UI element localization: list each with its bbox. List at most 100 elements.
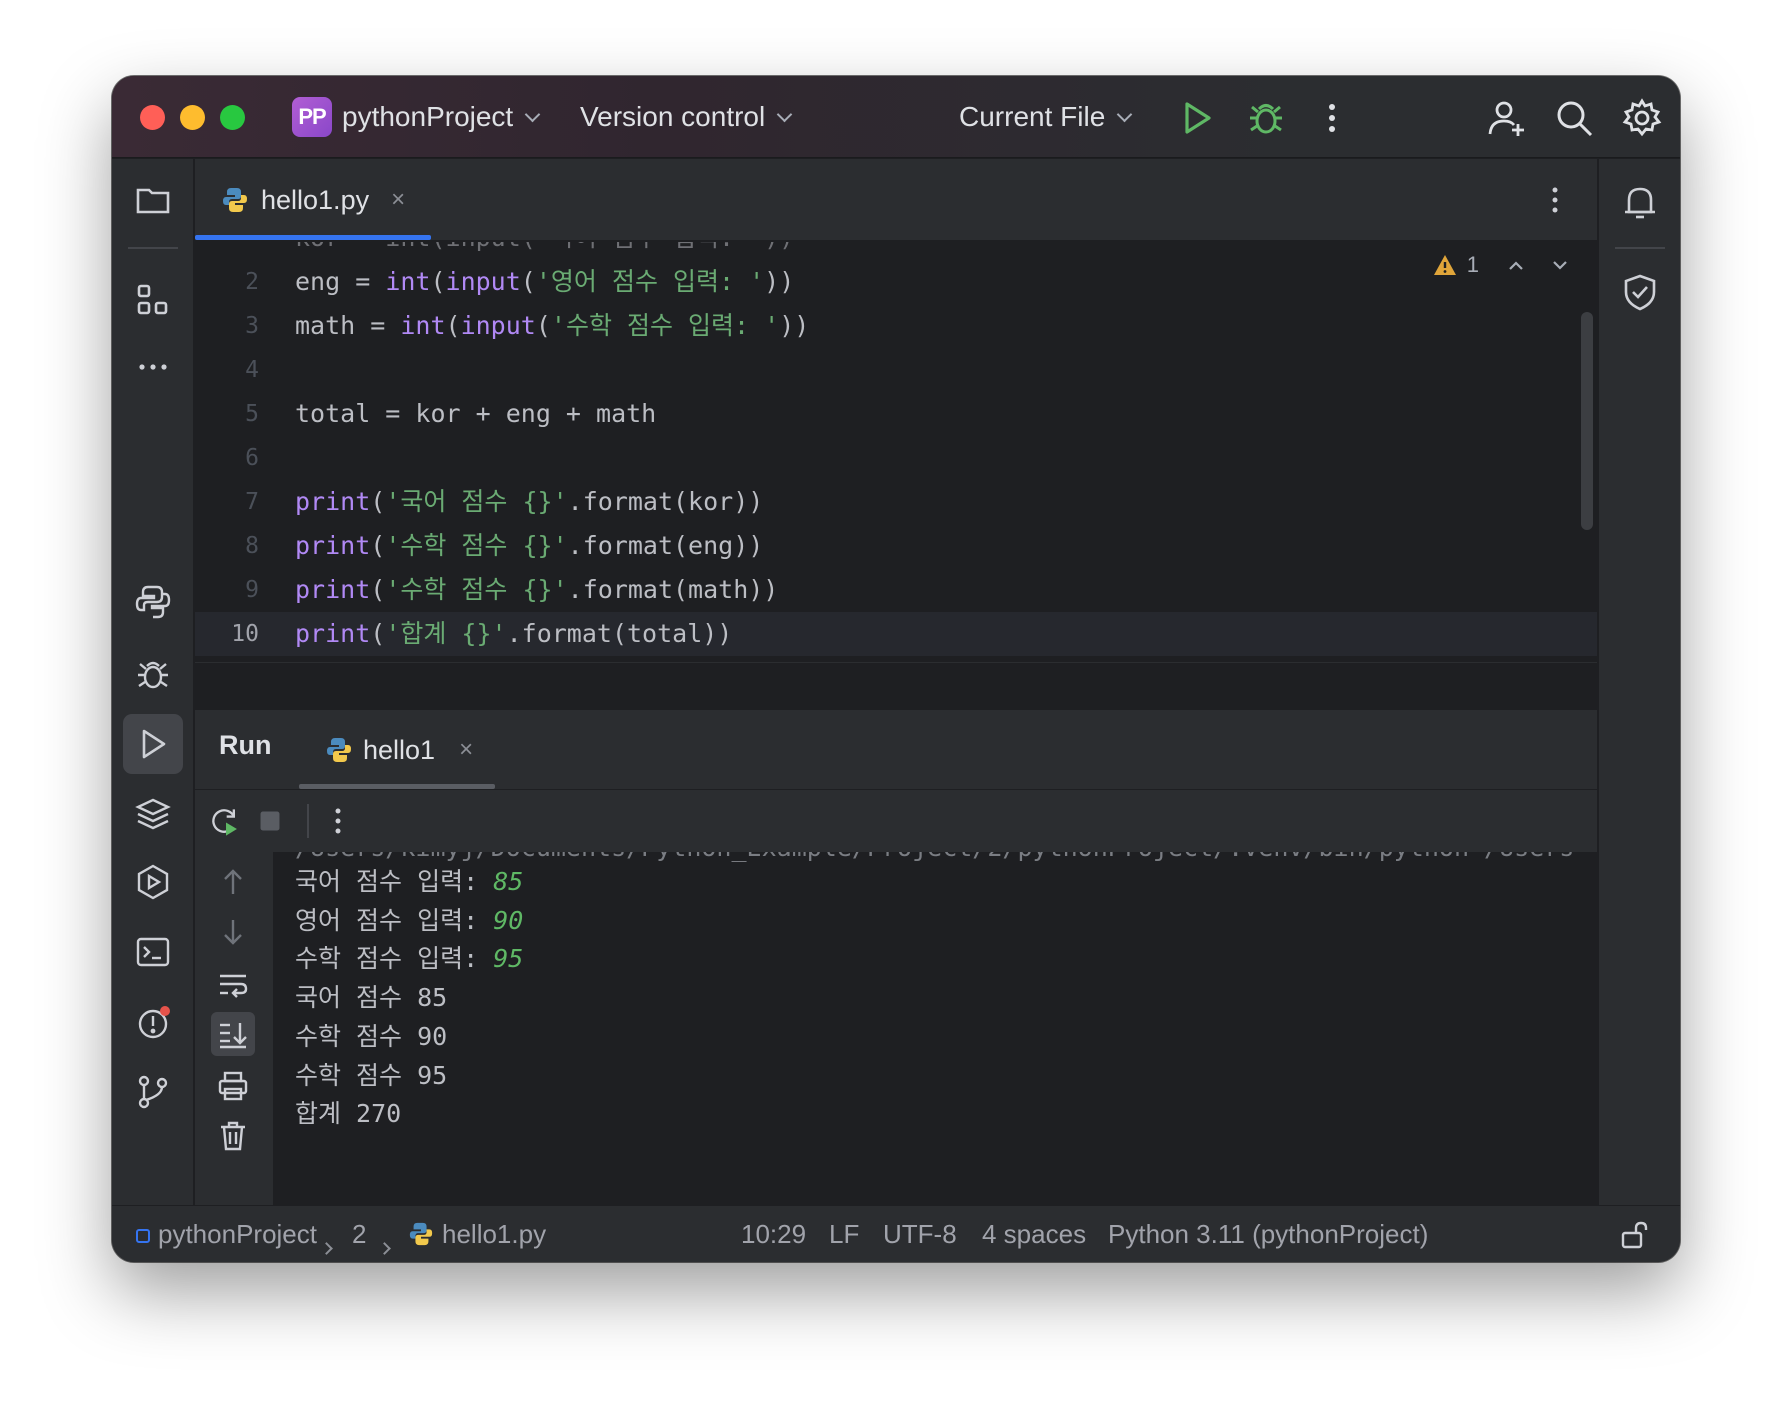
tab-label: hello1.py <box>261 184 370 215</box>
python-file-icon <box>409 1222 433 1246</box>
line-number: 9 <box>245 577 259 603</box>
stop-button[interactable] <box>251 802 289 840</box>
console-output-line: 수학 점수 90 <box>295 1015 447 1059</box>
close-run-tab-icon[interactable]: × <box>459 736 473 764</box>
chevron-up-icon[interactable] <box>1499 255 1533 275</box>
clear-console-button[interactable] <box>211 1114 255 1158</box>
code-text: eng = int(input('영어 점수 입력: ')) <box>295 267 795 296</box>
printer-icon <box>218 1071 248 1101</box>
minimize-window-button[interactable] <box>180 105 205 130</box>
console-text: 수학 점수 95 <box>295 1060 448 1090</box>
run-more-button[interactable] <box>319 802 357 840</box>
problems-tool-button[interactable] <box>130 999 176 1045</box>
console-output-line: 국어 점수 85 <box>295 976 447 1020</box>
breadcrumb-folder[interactable]: 2 <box>352 1218 366 1250</box>
code-line[interactable]: 4 <box>195 348 1597 392</box>
editor-tabs-menu-button[interactable] <box>1545 183 1565 222</box>
services-icon <box>137 864 169 900</box>
git-tool-button[interactable] <box>130 1069 176 1115</box>
close-window-button[interactable] <box>140 105 165 130</box>
project-badge[interactable]: PP <box>292 97 332 137</box>
problems-icon <box>138 1006 170 1039</box>
structure-icon <box>137 284 168 315</box>
caret-position[interactable]: 10:29 <box>741 1218 806 1250</box>
code-line[interactable]: 9 print('수학 점수 {}'.format(math)) <box>195 568 1597 612</box>
code-line[interactable]: 7 print('국어 점수 {}'.format(kor)) <box>195 480 1597 524</box>
run-button[interactable] <box>1175 96 1219 140</box>
line-number: 2 <box>245 269 259 295</box>
editor-scrollbar[interactable] <box>1581 312 1593 530</box>
security-tool-button[interactable] <box>1617 269 1663 315</box>
python-icon <box>135 585 171 619</box>
project-tool-button[interactable] <box>130 177 176 223</box>
console-user-input: 85 <box>493 867 524 896</box>
chevron-down-icon[interactable] <box>1543 255 1577 275</box>
run-tool-title: Run <box>219 730 272 760</box>
soft-wrap-button[interactable] <box>211 962 255 1006</box>
editor-tabs-bar: hello1.py × <box>195 159 1597 241</box>
indent-setting[interactable]: 4 spaces <box>982 1218 1086 1250</box>
notifications-button[interactable] <box>1617 179 1663 225</box>
code-line[interactable]: 2 eng = int(input('영어 점수 입력: ')) <box>195 260 1597 304</box>
kebab-icon <box>1329 104 1335 132</box>
services-tool-button[interactable] <box>130 859 176 905</box>
warning-count: 1 <box>1466 252 1479 277</box>
scroll-down-button[interactable] <box>211 910 255 954</box>
run-tool-button[interactable] <box>123 714 183 774</box>
editor-bottom-area <box>195 662 1597 710</box>
layers-icon <box>135 798 171 830</box>
run-console[interactable]: /Users/kimyj/Documents/Python_Example/Pr… <box>273 852 1597 1205</box>
breadcrumb-project[interactable]: pythonProject <box>136 1218 317 1250</box>
more-tools-button[interactable] <box>130 344 176 390</box>
inspection-widget[interactable]: 1 <box>1433 252 1577 278</box>
kebab-icon <box>1552 187 1558 213</box>
line-separator[interactable]: LF <box>829 1218 859 1250</box>
code-line[interactable]: 8 print('수학 점수 {}'.format(eng)) <box>195 524 1597 568</box>
breadcrumb-project-label: pythonProject <box>158 1219 317 1249</box>
terminal-icon <box>136 937 170 967</box>
rerun-button[interactable] <box>205 802 243 840</box>
toolbar-divider <box>1615 247 1665 249</box>
console-text: 국어 점수 입력: <box>295 867 494 896</box>
editor-tab-hello1[interactable]: hello1.py × <box>195 159 431 241</box>
settings-button[interactable] <box>1620 96 1664 140</box>
bell-icon <box>1625 187 1655 219</box>
code-with-me-button[interactable] <box>1485 96 1529 140</box>
run-tab-hello1[interactable]: hello1 × <box>299 710 495 790</box>
more-actions-button[interactable] <box>1310 96 1354 140</box>
code-line[interactable]: 3 math = int(input('수학 점수 입력: ')) <box>195 304 1597 348</box>
run-config-selector[interactable]: Current File <box>959 99 1133 135</box>
code-editor[interactable]: kor = int(input('국어 점수 입력: ')) 2 eng = in… <box>195 242 1597 662</box>
console-user-input: 95 <box>493 944 524 974</box>
python-packages-button[interactable] <box>130 579 176 625</box>
zoom-window-button[interactable] <box>220 105 245 130</box>
scroll-to-end-button[interactable] <box>211 1012 255 1056</box>
version-control-menu[interactable]: Version control <box>580 99 793 135</box>
code-line[interactable]: 6 <box>195 436 1597 480</box>
code-line[interactable]: 10 print('합계 {}'.format(total)) <box>195 612 1597 656</box>
read-only-toggle[interactable] <box>1620 1220 1650 1257</box>
python-interpreter[interactable]: Python 3.11 (pythonProject) <box>1108 1218 1428 1250</box>
file-encoding[interactable]: UTF-8 <box>883 1218 957 1250</box>
project-name: pythonProject <box>342 101 514 132</box>
terminal-tool-button[interactable] <box>130 929 176 975</box>
run-tab-label: hello1 <box>363 734 436 765</box>
print-button[interactable] <box>211 1064 255 1108</box>
project-selector[interactable]: pythonProject <box>342 99 541 135</box>
code-line[interactable]: 5 total = kor + eng + math <box>195 392 1597 436</box>
console-side-toolbar <box>195 852 273 1205</box>
breadcrumb-file[interactable]: hello1.py <box>408 1218 546 1250</box>
unlock-icon <box>1621 1221 1648 1249</box>
python-layers-button[interactable] <box>130 791 176 837</box>
kebab-icon <box>335 808 341 834</box>
debug-tool-button[interactable] <box>130 651 176 697</box>
code-text: print('국어 점수 {}'.format(kor)) <box>295 487 764 516</box>
search-button[interactable] <box>1552 96 1596 140</box>
code-text: print('수학 점수 {}'.format(eng)) <box>295 531 764 560</box>
debug-button[interactable] <box>1244 96 1288 140</box>
active-run-tab-indicator <box>299 784 495 789</box>
close-tab-icon[interactable]: × <box>391 186 405 214</box>
structure-tool-button[interactable] <box>130 277 176 323</box>
add-user-icon <box>1488 101 1524 136</box>
scroll-up-button[interactable] <box>211 860 255 904</box>
